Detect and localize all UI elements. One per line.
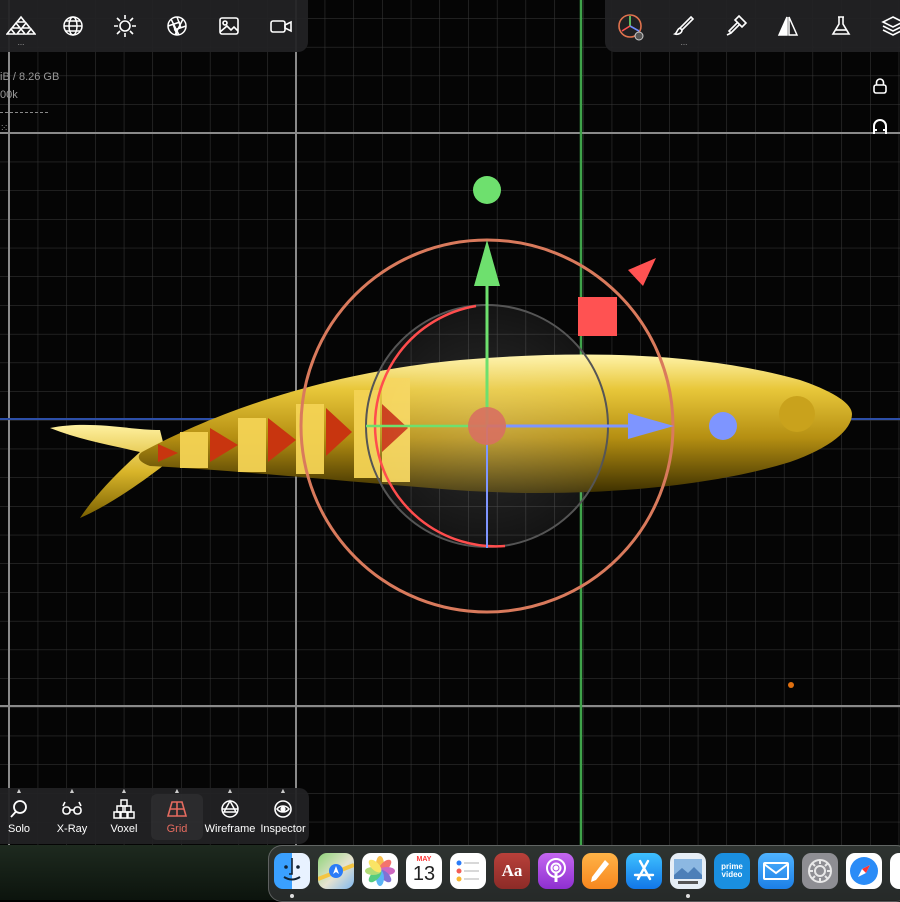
reminders-icon[interactable] [450, 853, 486, 889]
symmetry-icon[interactable] [773, 11, 803, 41]
polygon-stat: 00k [0, 89, 18, 101]
aperture-icon[interactable] [162, 11, 192, 41]
lock-icon[interactable] [870, 76, 890, 96]
bottom-view-toolbar: ▲ Solo ▲ X-Ray ▲ Voxel ▲ Grid ▲ Wirefram… [0, 788, 309, 844]
wireframe-label: Wireframe [204, 823, 256, 835]
video-camera-icon[interactable] [266, 11, 296, 41]
caret-up-icon: ▲ [226, 788, 234, 795]
pivot-marker[interactable] [788, 682, 794, 688]
viewport-canvas[interactable] [0, 0, 900, 900]
preview-running-dot [686, 894, 690, 898]
eye-icon [274, 800, 292, 818]
gizmo-center-handle[interactable] [468, 407, 506, 445]
dictionary-text: Aa [501, 861, 523, 880]
calendar-day: 13 [412, 863, 436, 885]
gizmo-scale-handle[interactable] [578, 297, 617, 336]
finder-running-dot [290, 894, 294, 898]
memory-stat: iB / 8.26 GB [0, 71, 60, 83]
gizmo-icon[interactable] [615, 11, 645, 41]
prime-video-text: prime video [721, 862, 743, 879]
calendar-icon[interactable]: MAY 13 [406, 853, 442, 889]
stamp-icon[interactable] [721, 11, 751, 41]
caret-up-icon: ▲ [279, 788, 287, 795]
caret-up-icon: ▲ [173, 788, 181, 795]
cubes-icon [113, 799, 135, 819]
inspector-button[interactable]: ▲ Inspector [257, 788, 309, 840]
app-store-icon[interactable] [626, 853, 662, 889]
pages-icon[interactable] [582, 853, 618, 889]
glasses-icon [62, 801, 82, 815]
pyramid-stack-icon[interactable]: ... [6, 11, 36, 47]
grid-button[interactable]: ▲ Grid [151, 788, 203, 840]
gizmo-y-handle[interactable] [473, 176, 501, 204]
safari-icon[interactable] [846, 853, 882, 889]
solo-button[interactable]: ▲ Solo [0, 788, 45, 840]
partial-app-icon[interactable] [890, 853, 900, 889]
top-left-toolbar: ... [0, 0, 308, 52]
preview-icon[interactable] [670, 853, 706, 889]
gizmo-x-handle[interactable] [709, 412, 737, 440]
brush-icon[interactable]: ... [669, 11, 699, 47]
voxel-label: Voxel [110, 823, 138, 835]
wire-sphere-icon [221, 799, 239, 818]
layers-icon[interactable] [878, 11, 900, 41]
voxel-button[interactable]: ▲ Voxel [98, 788, 150, 840]
inspector-label: Inspector [260, 823, 306, 835]
calendar-month: MAY [416, 856, 432, 863]
macos-dock: MAY 13 Aa prime video [268, 845, 900, 902]
magnifier-icon [10, 800, 27, 818]
sun-icon[interactable] [110, 11, 140, 41]
mail-icon[interactable] [758, 853, 794, 889]
magnet-icon[interactable] [870, 117, 890, 137]
gizmo-z-handle[interactable] [779, 396, 815, 432]
top-right-toolbar: ... [605, 0, 900, 52]
solo-label: Solo [7, 823, 31, 835]
caret-up-icon: ▲ [120, 788, 128, 795]
grid-label: Grid [166, 823, 188, 835]
dictionary-icon[interactable]: Aa [494, 853, 530, 889]
grid-icon [166, 801, 188, 817]
xray-label: X-Ray [56, 823, 88, 835]
xray-button[interactable]: ▲ X-Ray [46, 788, 98, 840]
podcasts-icon[interactable] [538, 853, 574, 889]
system-preferences-icon[interactable] [802, 853, 838, 889]
sphere-icon[interactable] [58, 11, 88, 41]
finder-icon[interactable] [274, 853, 310, 889]
stats-divider [0, 112, 48, 113]
flask-icon[interactable] [826, 11, 856, 41]
caret-up-icon: ▲ [68, 788, 76, 795]
photos-icon[interactable] [362, 853, 398, 889]
maps-icon[interactable] [318, 853, 354, 889]
image-icon[interactable] [214, 11, 244, 41]
wireframe-button[interactable]: ▲ Wireframe [204, 788, 256, 840]
caret-up-icon: ▲ [15, 788, 23, 795]
stats-expand-icon[interactable]: ⁙ [0, 120, 8, 138]
prime-video-icon[interactable]: prime video [714, 853, 750, 889]
